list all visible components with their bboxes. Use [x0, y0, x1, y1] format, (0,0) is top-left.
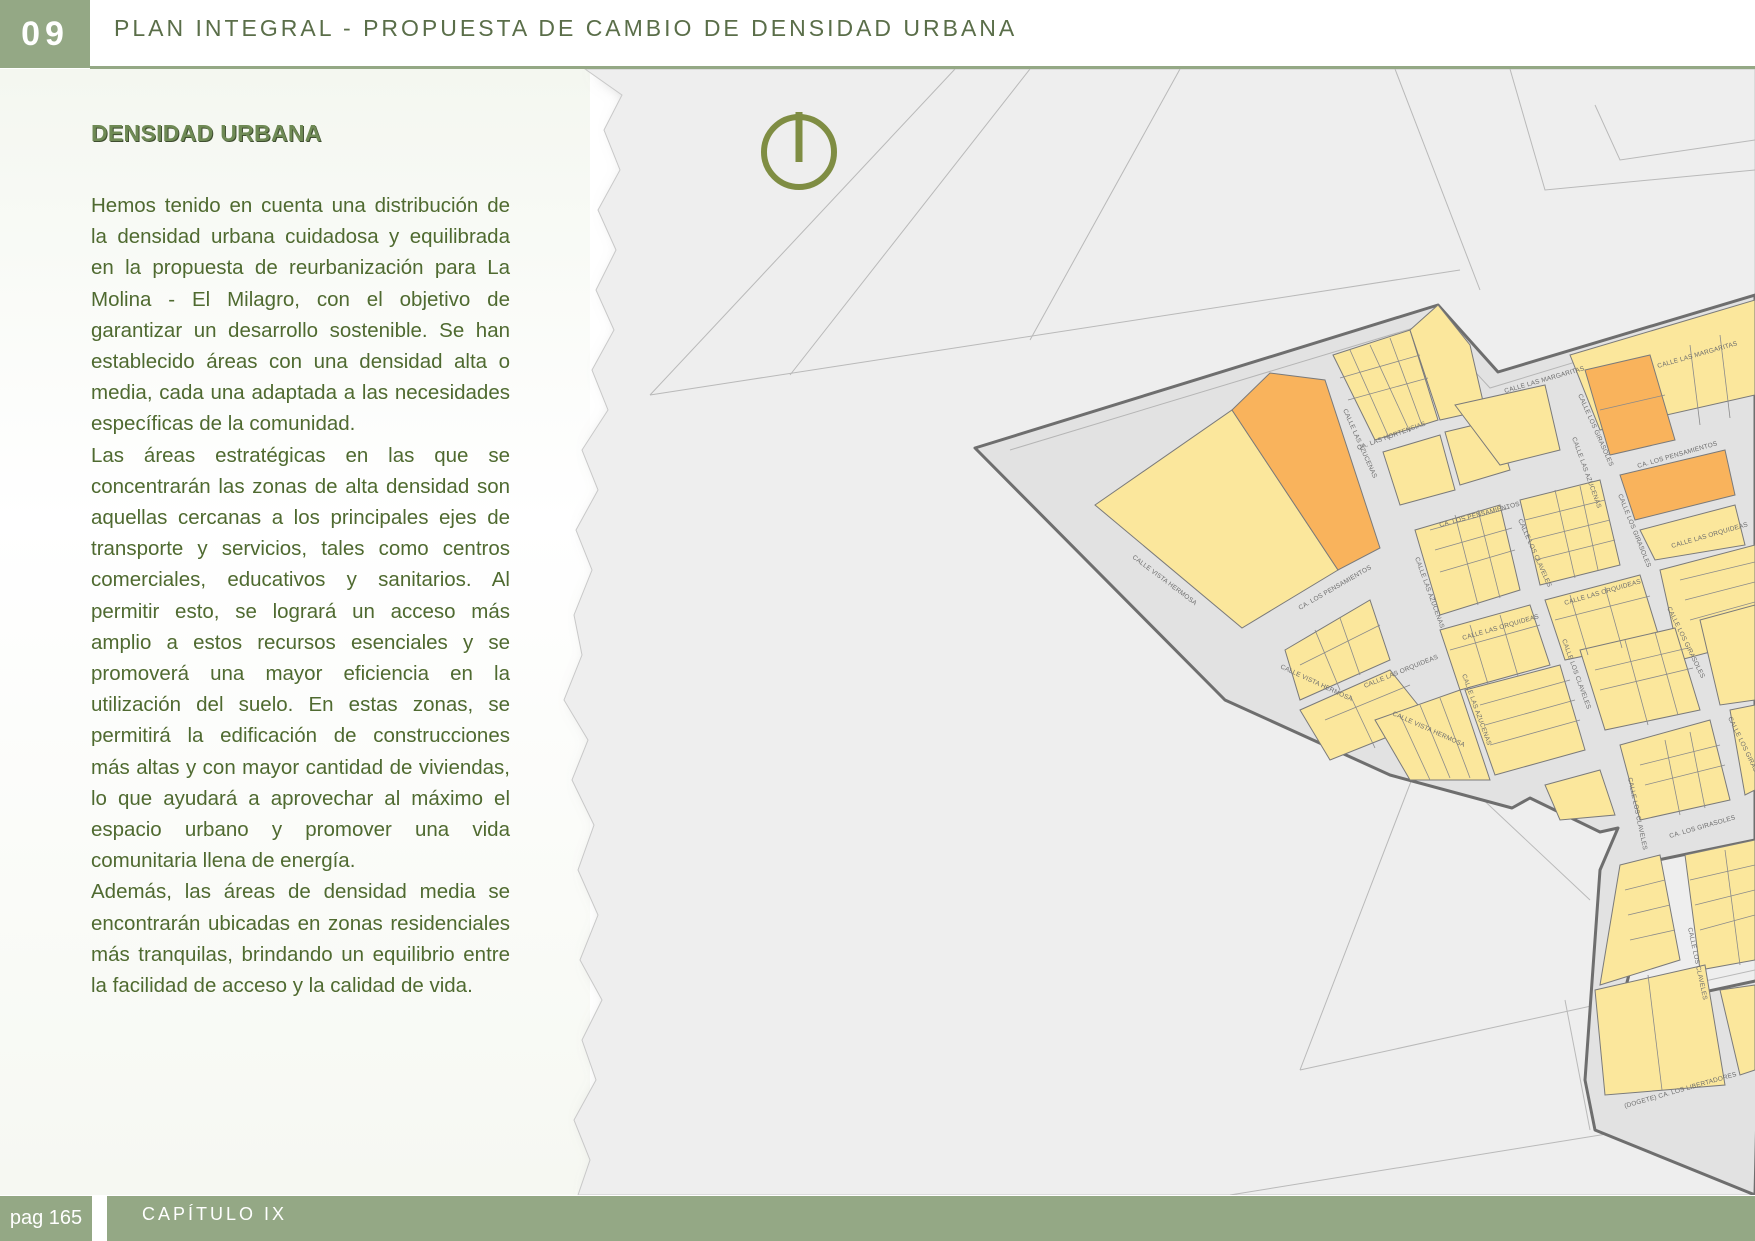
paragraph: Hemos tenido en cuenta una distribución … — [91, 194, 510, 436]
section-heading: DENSIDAD URBANA — [91, 120, 322, 146]
chapter-number-badge: 09 — [0, 0, 90, 68]
header-divider — [90, 66, 1755, 69]
page-title: PLAN INTEGRAL - PROPUESTA DE CAMBIO DE D… — [114, 15, 1018, 41]
body-text: Hemos tenido en cuenta una distribución … — [91, 190, 510, 1001]
page-header: 09 PLAN INTEGRAL - PROPUESTA DE CAMBIO D… — [0, 0, 1755, 69]
page-footer: pag 165 CAPÍTULO IX — [0, 1196, 1755, 1241]
chapter-label: CAPÍTULO IX — [142, 1204, 288, 1224]
paragraph: Las áreas estratégicas en las que se con… — [91, 443, 510, 873]
page-number: pag 165 — [0, 1196, 92, 1241]
paragraph: Además, las áreas de densidad media se e… — [91, 880, 510, 998]
footer-bar — [107, 1196, 1755, 1241]
